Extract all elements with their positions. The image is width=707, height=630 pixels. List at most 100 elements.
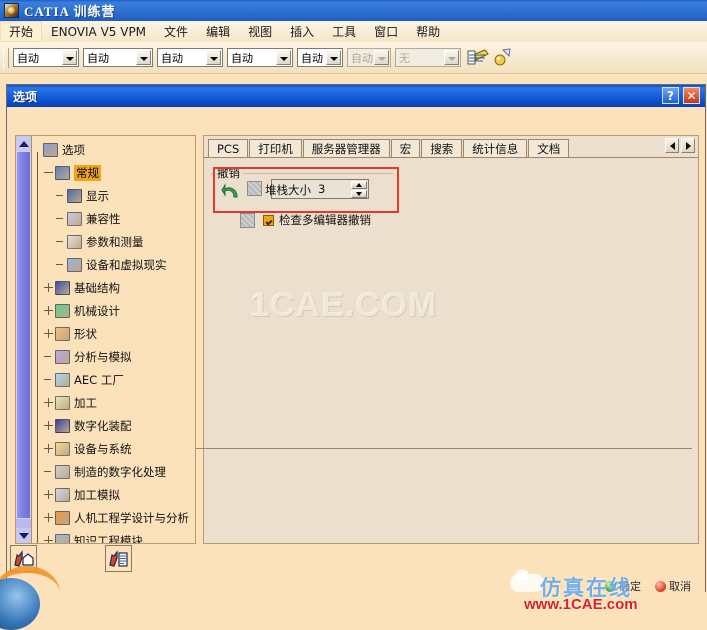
tree-node-6[interactable]: 基础结构 (32, 276, 195, 299)
tab-scroll-right-icon[interactable] (681, 138, 695, 153)
tree-doc-button[interactable] (105, 545, 132, 572)
tree-node-3[interactable]: 兼容性 (32, 207, 195, 230)
tree-node-5[interactable]: 设备和虚拟现实 (32, 253, 195, 276)
tab-PCS[interactable]: PCS (208, 139, 249, 157)
toolbar-combo-2[interactable]: 自动 (157, 48, 223, 67)
chevron-down-icon[interactable] (206, 50, 221, 65)
tree-node-label: 选项 (62, 142, 85, 157)
options-tree-panel[interactable]: 选项常规 显示 兼容性 参数和测量 设备和虚拟现实 基础结构 机械设计形状分析与模拟 AEC … (15, 135, 196, 544)
undo-groupbox-title: 撤销 (214, 165, 243, 181)
tree-node-17[interactable]: 知识工程模块 (32, 529, 195, 544)
tree-node-7[interactable]: 机械设计 (32, 299, 195, 322)
toolbar-combo-1[interactable]: 自动 (83, 48, 153, 67)
stack-size-lock-icon[interactable] (247, 181, 262, 196)
devices-vr-icon (67, 257, 82, 272)
toolbar-combo-3[interactable]: 自动 (227, 48, 293, 67)
menu-item-5[interactable]: 插入 (281, 21, 323, 42)
ok-button[interactable]: 确定 (605, 578, 641, 594)
expand-plus-icon[interactable] (44, 490, 53, 499)
collapse-minus-icon[interactable] (44, 168, 53, 177)
help-button[interactable]: ? (662, 87, 679, 104)
tab-搜索[interactable]: 搜索 (421, 139, 463, 157)
expand-plus-icon[interactable] (44, 421, 53, 430)
tab-宏[interactable]: 宏 (390, 139, 421, 157)
tab-page-pcs: 撤销 3 堆栈大小 检查多编辑器撤销 (204, 157, 698, 543)
brand-watermark-url: www.1CAE.com (524, 596, 638, 613)
ok-button-label: 确定 (619, 580, 641, 593)
spinner-buttons[interactable] (351, 180, 367, 198)
tree-node-2[interactable]: 显示 (32, 184, 195, 207)
cancel-button-label: 取消 (669, 580, 691, 593)
expand-plus-icon[interactable] (44, 513, 53, 522)
spinner-up-icon[interactable] (351, 180, 367, 189)
tab-统计信息[interactable]: 统计信息 (463, 139, 528, 157)
tab-scroll-left-icon[interactable] (665, 138, 679, 153)
toolbar-combo-4[interactable]: 自动 (297, 48, 343, 67)
infrastructure-icon (55, 280, 70, 295)
ok-status-icon (605, 580, 616, 592)
display-icon (67, 188, 82, 203)
multieditor-lock-icon[interactable] (240, 212, 255, 228)
tree-node-4[interactable]: 参数和测量 (32, 230, 195, 253)
dialog-body: 选项常规 显示 兼容性 参数和测量 设备和虚拟现实 基础结构 机械设计形状分析与模拟 AEC … (7, 107, 705, 593)
tree-node-0[interactable]: 选项 (32, 138, 195, 161)
tree-node-label: 形状 (74, 326, 97, 341)
scroll-down-arrow-icon[interactable] (16, 528, 31, 543)
multieditor-undo-checkbox[interactable] (263, 214, 274, 226)
toolbar-grip[interactable] (3, 47, 9, 68)
chevron-down-icon[interactable] (62, 50, 77, 65)
toolbar-combo-6-value: 无 (399, 51, 410, 65)
mechanical-icon (55, 303, 70, 318)
chevron-down-icon[interactable] (136, 50, 151, 65)
tree-branch-icon (56, 191, 65, 200)
menu-item-1[interactable]: ENOVIA V5 VPM (42, 23, 155, 41)
tree-node-16[interactable]: 人机工程学设计与分析 (32, 506, 195, 529)
dialog-titlebar[interactable]: 选项 ? ✕ (7, 85, 705, 107)
menu-item-4[interactable]: 视图 (239, 21, 281, 42)
chevron-down-icon[interactable] (326, 50, 341, 65)
expand-plus-icon[interactable] (44, 329, 53, 338)
expand-plus-icon[interactable] (44, 536, 53, 543)
tree-node-13[interactable]: 设备与系统 (32, 437, 195, 460)
tab-文档[interactable]: 文档 (528, 139, 570, 157)
tree-node-10[interactable]: AEC 工厂 (32, 368, 195, 391)
tabstrip: PCS 打印机 服务器管理器宏搜索 统计信息 文档 (204, 136, 698, 157)
close-button[interactable]: ✕ (683, 87, 700, 104)
tab-打印机[interactable]: 打印机 (249, 139, 302, 157)
tree-scrollbar[interactable] (16, 136, 32, 543)
tree-node-label: 知识工程模块 (74, 533, 143, 544)
scroll-up-arrow-icon[interactable] (16, 136, 31, 151)
menu-item-8[interactable]: 帮助 (407, 21, 449, 42)
undo-groupbox: 撤销 3 堆栈大小 (211, 165, 399, 213)
tree-node-14[interactable]: 制造的数字化处理 (32, 460, 195, 483)
scrollbar-thumb[interactable] (16, 151, 31, 519)
tree-branch-icon (56, 260, 65, 269)
expand-plus-icon[interactable] (44, 283, 53, 292)
toolbar-combo-0[interactable]: 自动 (13, 48, 79, 67)
tree-node-12[interactable]: 数字化装配 (32, 414, 195, 437)
menu-item-3[interactable]: 编辑 (197, 21, 239, 42)
spinner-down-icon[interactable] (351, 189, 367, 198)
shape-icon (55, 326, 70, 341)
tree-node-15[interactable]: 加工模拟 (32, 483, 195, 506)
tree-node-9[interactable]: 分析与模拟 (32, 345, 195, 368)
options-root-icon (43, 142, 58, 157)
cancel-button[interactable]: 取消 (655, 578, 691, 594)
tree-node-label: AEC 工厂 (74, 372, 124, 387)
tree-node-11[interactable]: 加工 (32, 391, 195, 414)
chevron-down-icon[interactable] (276, 50, 291, 65)
tab-服务器管理器[interactable]: 服务器管理器 (302, 139, 390, 157)
highlighter-icon[interactable] (467, 47, 489, 69)
expand-plus-icon[interactable] (44, 444, 53, 453)
expand-plus-icon[interactable] (44, 398, 53, 407)
menu-item-2[interactable]: 文件 (155, 21, 197, 42)
tree-node-1[interactable]: 常规 (32, 161, 195, 184)
menu-item-7[interactable]: 窗口 (365, 21, 407, 42)
magic-ball-icon[interactable] (491, 47, 513, 69)
tree-node-8[interactable]: 形状 (32, 322, 195, 345)
menu-item-0[interactable]: 开始 (0, 21, 43, 42)
expand-plus-icon[interactable] (44, 306, 53, 315)
cancel-status-icon (655, 580, 666, 592)
menu-item-6[interactable]: 工具 (323, 21, 365, 42)
tree-node-label: 数字化装配 (74, 418, 132, 433)
